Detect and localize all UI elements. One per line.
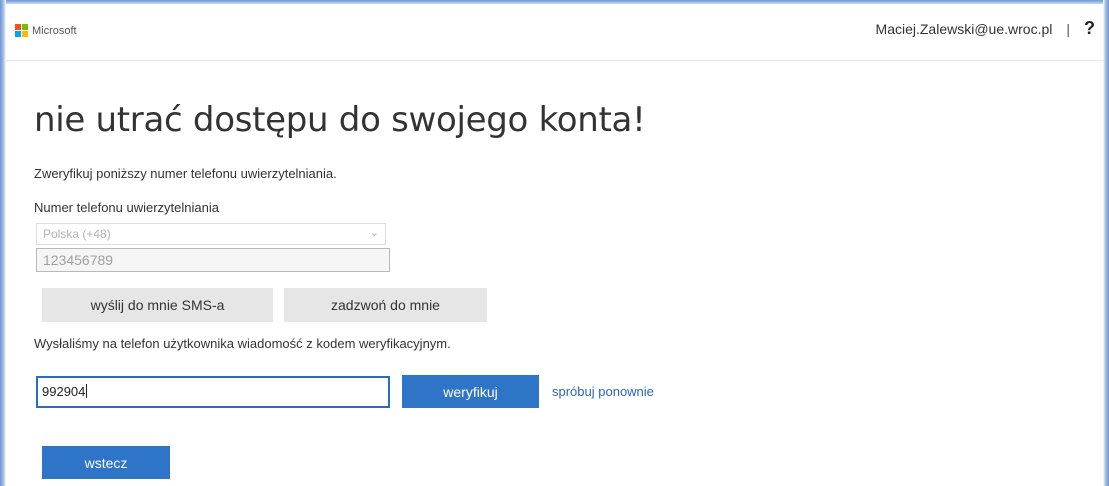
brand-name: Microsoft <box>32 24 77 37</box>
back-button[interactable]: wstecz <box>42 446 170 479</box>
instruction-text: Zweryfikuj poniższy numer telefonu uwier… <box>34 166 337 181</box>
send-sms-button[interactable]: wyślij do mnie SMS-a <box>42 288 273 322</box>
microsoft-logo: Microsoft <box>15 24 77 37</box>
text-caret <box>86 384 88 398</box>
header-bar: Microsoft Maciej.Zalewski@ue.wroc.pl | ? <box>6 4 1103 61</box>
microsoft-logo-icon <box>15 24 28 37</box>
retry-link[interactable]: spróbuj ponownie <box>552 384 654 399</box>
help-icon[interactable]: ? <box>1084 18 1095 39</box>
user-email[interactable]: Maciej.Zalewski@ue.wroc.pl <box>876 21 1053 37</box>
phone-number-field[interactable]: 123456789 <box>36 248 390 272</box>
phone-label: Numer telefonu uwierzytelniania <box>34 200 219 215</box>
header-separator: | <box>1066 20 1070 37</box>
page-title: nie utrać dostępu do swojego konta! <box>34 100 646 140</box>
verification-code-input[interactable]: 992904 <box>36 376 390 408</box>
window-border-right <box>1103 0 1109 486</box>
user-area: Maciej.Zalewski@ue.wroc.pl | ? <box>876 18 1095 39</box>
verify-button[interactable]: weryfikuj <box>402 375 539 408</box>
sms-sent-message: Wysłaliśmy na telefon użytkownika wiadom… <box>34 336 451 351</box>
country-select-value: Polska (+48) <box>43 227 111 241</box>
country-select[interactable]: Polska (+48) ⌄ <box>36 223 386 245</box>
verification-code-value: 992904 <box>42 384 86 399</box>
call-me-button[interactable]: zadzwoń do mnie <box>284 288 487 322</box>
window-border-left <box>0 0 6 486</box>
chevron-down-icon: ⌄ <box>369 227 379 239</box>
browser-frame: Microsoft Maciej.Zalewski@ue.wroc.pl | ?… <box>0 0 1109 486</box>
